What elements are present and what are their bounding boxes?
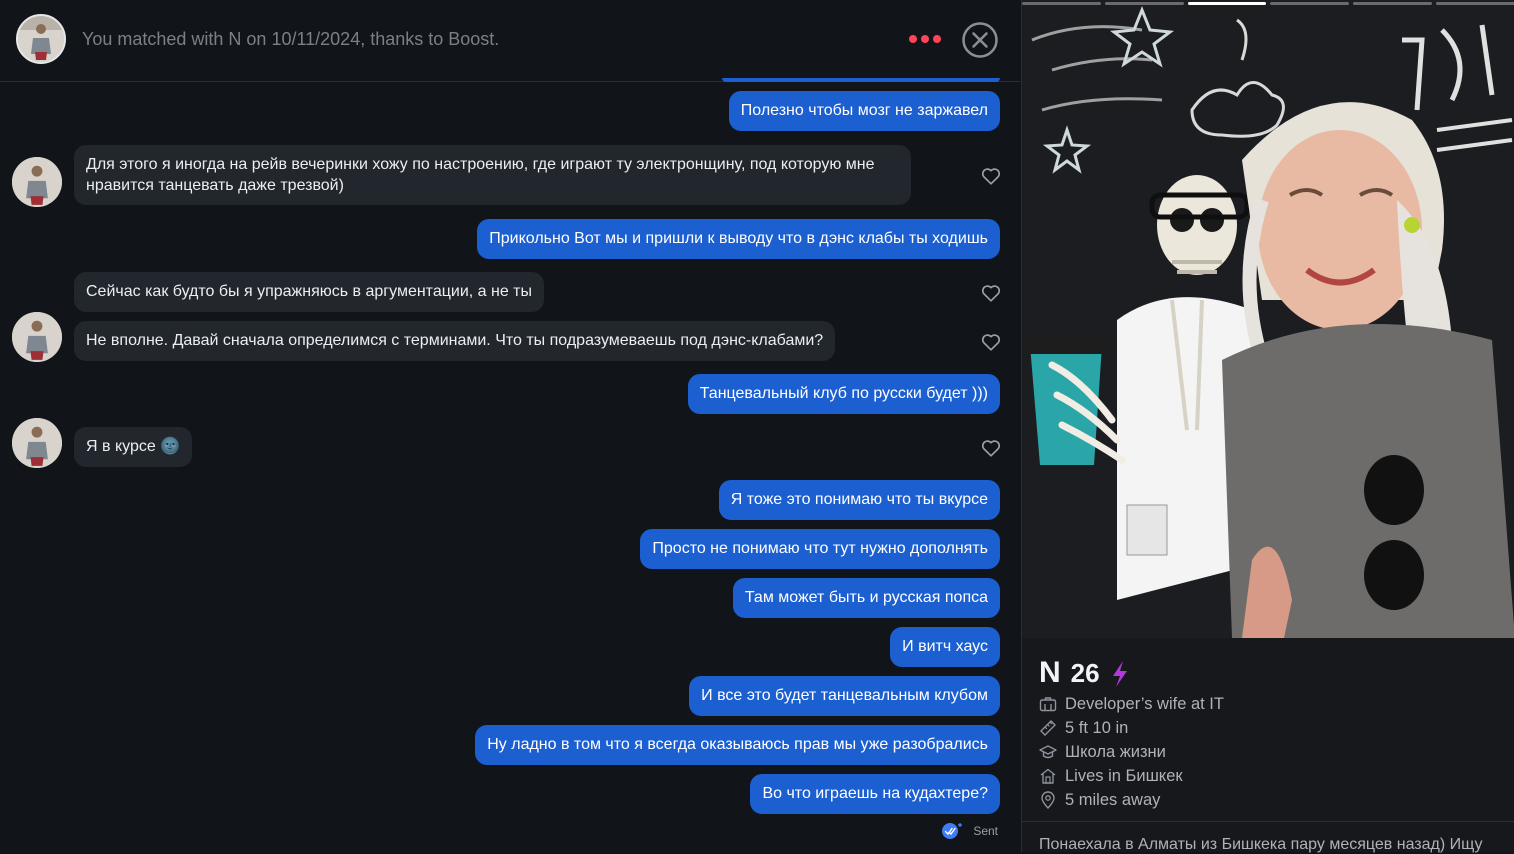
message-outgoing: Во что играешь на кудахтере?	[750, 774, 1000, 814]
lives-text: Lives in Бишкек	[1065, 766, 1183, 785]
sent-status: Sent	[941, 822, 998, 840]
message-outgoing: Танцевальный клуб по русски будет )))	[687, 374, 1000, 414]
message-avatar[interactable]	[12, 312, 62, 362]
sent-label: Sent	[973, 824, 998, 838]
message-incoming: Сейчас как будто бы я упражняюсь в аргум…	[74, 272, 544, 312]
message-outgoing: Ну ладно в том что я всегда оказываюсь п…	[475, 725, 1000, 765]
location-pin-icon	[1041, 791, 1055, 809]
close-icon[interactable]	[961, 21, 999, 59]
profile-pane: N 26 Developer’s wife at IT 5 ft 10 in Ш…	[1021, 0, 1514, 853]
match-avatar[interactable]	[16, 14, 66, 64]
photo-progress-bar	[1022, 2, 1514, 6]
read-receipt-icon	[942, 823, 963, 839]
profile-age: 26	[1070, 658, 1100, 688]
ruler-icon	[1040, 720, 1056, 736]
info-school: Школа жизни	[1039, 740, 1499, 764]
profile-bio: Понаехала в Алматы из Бишкека пару месяц…	[1039, 836, 1483, 853]
briefcase-icon	[1039, 697, 1057, 712]
photo-progress-segment[interactable]	[1353, 2, 1433, 5]
heart-icon[interactable]	[980, 331, 1002, 353]
message-incoming: Я в курсе 🌚	[74, 427, 193, 467]
message-avatar[interactable]	[12, 157, 62, 207]
house-icon	[1040, 768, 1056, 784]
height-text: 5 ft 10 in	[1065, 718, 1129, 737]
message-outgoing: И все это будет танцевальным клубом	[689, 676, 1000, 716]
message-outgoing: Полезно чтобы мозг не заржавел	[728, 91, 1000, 131]
chat-header: You matched with N on 10/11/2024, thanks…	[0, 0, 1020, 82]
profile-photo[interactable]	[1022, 0, 1514, 638]
heart-icon[interactable]	[980, 437, 1002, 459]
profile-info: N 26 Developer’s wife at IT 5 ft 10 in Ш…	[1039, 656, 1499, 812]
match-info-text: You matched with N on 10/11/2024, thanks…	[82, 29, 500, 49]
job-text: Developer’s wife at IT	[1065, 694, 1224, 713]
more-dots-icon[interactable]	[908, 33, 942, 45]
distance-text: 5 miles away	[1065, 790, 1161, 809]
message-incoming: Не вполне. Давай сначала определимся с т…	[74, 321, 836, 361]
info-distance: 5 miles away	[1039, 788, 1499, 812]
profile-divider	[1022, 821, 1514, 822]
chat-pane: You matched with N on 10/11/2024, thanks…	[0, 0, 1020, 852]
photo-progress-segment[interactable]	[1022, 2, 1101, 5]
name-row: N 26	[1039, 656, 1499, 692]
profile-photo-illustration	[1022, 0, 1514, 638]
scrolled-bubble-edge	[722, 78, 1000, 82]
message-outgoing: Просто не понимаю что тут нужно дополнят…	[640, 529, 1000, 569]
info-height: 5 ft 10 in	[1039, 716, 1499, 740]
heart-icon[interactable]	[980, 282, 1002, 304]
profile-name: N	[1039, 656, 1061, 689]
message-outgoing: Прикольно Вот мы и пришли к выводу что в…	[477, 219, 1000, 259]
info-lives: Lives in Бишкек	[1039, 764, 1499, 788]
photo-progress-segment[interactable]	[1270, 2, 1350, 5]
heart-icon[interactable]	[980, 165, 1002, 187]
photo-progress-segment-active[interactable]	[1187, 2, 1267, 5]
graduation-cap-icon	[1039, 745, 1057, 759]
message-outgoing: Там может быть и русская попса	[732, 578, 1000, 618]
photo-progress-segment[interactable]	[1436, 2, 1514, 5]
message-avatar[interactable]	[12, 418, 62, 468]
message-incoming: Для этого я иногда на рейв вечеринки хож…	[74, 145, 911, 205]
lightning-bolt-icon	[1112, 661, 1127, 687]
message-outgoing: И витч хаус	[890, 627, 1000, 667]
info-job: Developer’s wife at IT	[1039, 692, 1499, 716]
school-text: Школа жизни	[1065, 742, 1166, 761]
message-outgoing: Я тоже это понимаю что ты вкурсе	[718, 480, 1000, 520]
photo-progress-segment[interactable]	[1104, 2, 1184, 5]
